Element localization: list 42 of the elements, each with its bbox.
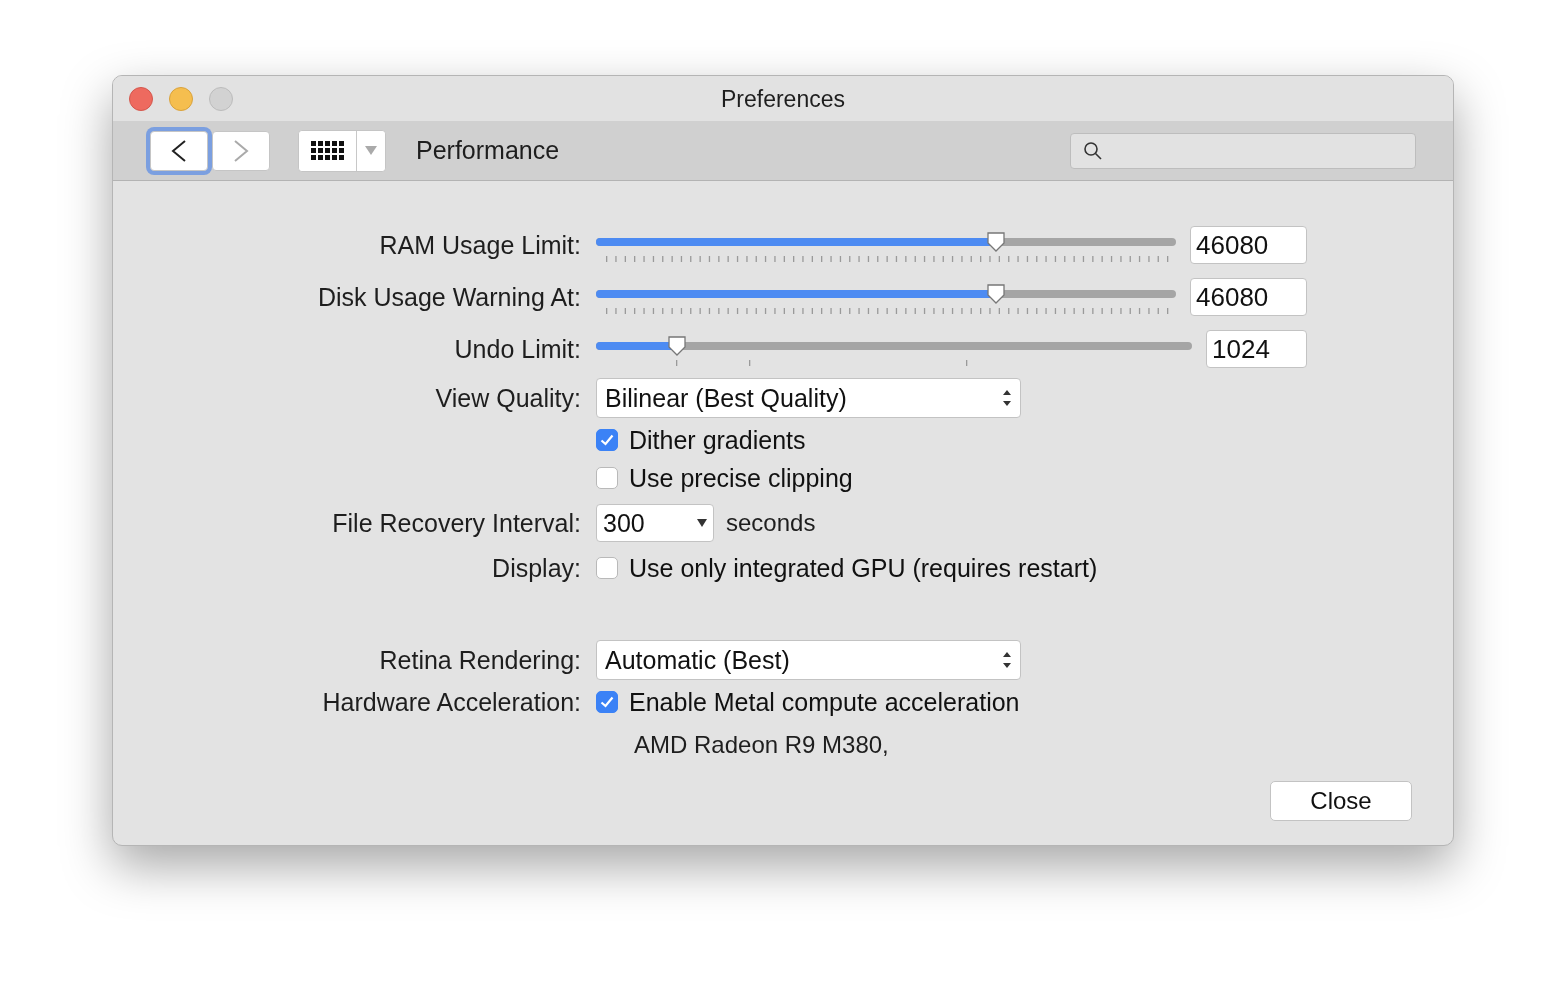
unit-label: seconds — [726, 509, 816, 537]
combo-box[interactable]: 300 — [596, 504, 714, 542]
field-label: File Recovery Interval: — [332, 508, 581, 538]
checkbox[interactable]: Enable Metal compute acceleration — [596, 687, 1020, 717]
stepper-arrows-icon — [1002, 389, 1012, 407]
stepper-arrows-icon — [1002, 651, 1012, 669]
popup-button[interactable]: Bilinear (Best Quality) — [596, 378, 1021, 418]
close-button[interactable]: Close — [1270, 781, 1412, 821]
number-field[interactable]: 1024 — [1206, 330, 1307, 368]
show-all-button[interactable] — [299, 130, 357, 171]
slider[interactable] — [596, 232, 1176, 252]
search-field[interactable] — [1070, 132, 1416, 169]
slider-thumb[interactable] — [667, 336, 688, 356]
checkmark-icon — [600, 696, 614, 708]
slider-thumb[interactable] — [986, 284, 1007, 304]
field-label: Disk Usage Warning At: — [317, 282, 581, 312]
search-icon — [1083, 140, 1103, 161]
minimize-window-button[interactable] — [169, 86, 193, 111]
field-label: Display: — [492, 553, 581, 583]
slider-thumb[interactable] — [986, 232, 1007, 252]
number-field[interactable]: 46080 — [1190, 226, 1307, 264]
checkbox[interactable]: Dither gradients — [596, 425, 806, 455]
window-title: Preferences — [721, 86, 845, 113]
field-label: RAM Usage Limit: — [379, 230, 581, 260]
grid-icon — [311, 141, 344, 160]
checkbox[interactable]: Use precise clipping — [596, 463, 853, 493]
caret-icon — [697, 519, 707, 527]
pane-title: Performance — [416, 136, 560, 165]
popup-button[interactable]: Automatic (Best) — [596, 640, 1021, 680]
checkmark-icon — [600, 434, 614, 446]
field-label: Hardware Acceleration: — [322, 687, 581, 717]
zoom-window-button[interactable] — [209, 86, 233, 111]
field-label: Retina Rendering: — [379, 645, 581, 675]
number-field[interactable]: 46080 — [1190, 278, 1307, 316]
slider[interactable] — [596, 284, 1176, 304]
gpu-name: AMD Radeon R9 M380, — [634, 731, 889, 759]
field-label: View Quality: — [435, 383, 581, 413]
checkbox[interactable]: Use only integrated GPU (requires restart) — [596, 553, 1098, 583]
close-window-button[interactable] — [129, 86, 153, 111]
caret-icon — [365, 146, 377, 155]
field-label: Undo Limit: — [454, 334, 581, 364]
slider[interactable] — [596, 336, 1192, 356]
